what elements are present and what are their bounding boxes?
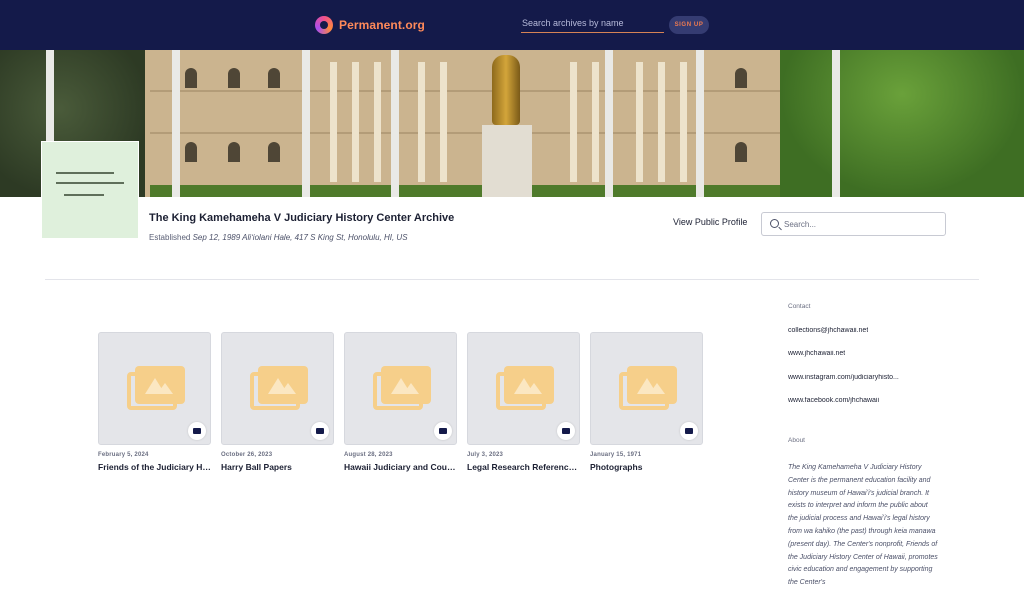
folder-tile[interactable] <box>221 332 334 445</box>
thumbnail-text-line <box>56 172 114 174</box>
top-navigation-bar: Permanent.org SIGN UP <box>0 0 1024 50</box>
banner-palm-trunk <box>832 50 840 197</box>
banner-window <box>735 68 747 88</box>
banner-statue-pedestal <box>482 125 532 197</box>
banner-window <box>228 142 240 162</box>
banner-palm-trunk <box>696 50 704 197</box>
banner-column <box>418 62 425 182</box>
banner-column <box>374 62 381 182</box>
folder-type-icon <box>680 422 698 440</box>
folder-type-icon <box>188 422 206 440</box>
folder-date: July 3, 2023 <box>467 452 504 458</box>
folder-date: January 15, 1971 <box>590 452 642 458</box>
folder-image-icon <box>627 366 677 404</box>
folder-name[interactable]: Hawaii Judiciary and Court ... <box>344 462 457 472</box>
folder-name[interactable]: Legal Research Reference (... <box>467 462 580 472</box>
brand-name: Permanent.org <box>339 18 425 32</box>
banner-window <box>185 68 197 88</box>
banner-window <box>268 68 280 88</box>
thumbnail-text-line <box>56 182 124 184</box>
banner-palm-trunk <box>302 50 310 197</box>
contact-heading: Contact <box>788 303 811 310</box>
folder-type-icon <box>434 422 452 440</box>
folder-card[interactable]: August 28, 2023 Hawaii Judiciary and Cour… <box>344 332 457 482</box>
section-divider <box>45 279 979 280</box>
contact-instagram-link[interactable]: www.instagram.com/judiciaryhisto... <box>788 374 899 381</box>
banner-column <box>680 62 687 182</box>
banner-column <box>658 62 665 182</box>
folder-card[interactable]: January 15, 1971 Photographs <box>590 332 703 482</box>
folder-tile[interactable] <box>344 332 457 445</box>
brand[interactable]: Permanent.org <box>315 16 425 34</box>
banner-palm-trunk <box>605 50 613 197</box>
banner-statue <box>492 55 520 125</box>
thumbnail-text-line <box>64 194 104 196</box>
about-description: The King Kamehameha V Judiciary History … <box>788 464 938 587</box>
archive-established-info: Established Sep 12, 1989 Aliʻiolani Hale… <box>149 233 408 242</box>
banner-palm-trunk <box>391 50 399 197</box>
folder-date: August 28, 2023 <box>344 452 393 458</box>
archive-search-input[interactable] <box>521 16 664 33</box>
banner-window <box>228 68 240 88</box>
folder-tile[interactable] <box>467 332 580 445</box>
permanent-logo-icon <box>315 16 333 34</box>
archive-thumbnail <box>41 141 139 239</box>
folder-type-icon <box>311 422 329 440</box>
banner-column <box>440 62 447 182</box>
banner-trees-right <box>780 50 1024 197</box>
banner-column <box>352 62 359 182</box>
established-detail: Sep 12, 1989 Aliʻiolani Hale, 417 S King… <box>192 233 408 242</box>
banner-palm-trunk <box>172 50 180 197</box>
banner-column <box>330 62 337 182</box>
folder-image-icon <box>504 366 554 404</box>
archive-title: The King Kamehameha V Judiciary History … <box>149 212 455 224</box>
folder-date: February 5, 2024 <box>98 452 149 458</box>
banner-column <box>592 62 599 182</box>
folder-image-icon <box>135 366 185 404</box>
view-public-profile-link[interactable]: View Public Profile <box>673 217 747 227</box>
about-heading: About <box>788 437 805 444</box>
search-icon <box>770 219 779 228</box>
folder-card[interactable]: February 5, 2024 Friends of the Judiciary… <box>98 332 211 482</box>
banner-window <box>268 142 280 162</box>
contact-website-link[interactable]: www.jhchawaii.net <box>788 350 845 357</box>
banner-window <box>735 142 747 162</box>
folder-tile[interactable] <box>98 332 211 445</box>
sign-up-button[interactable]: SIGN UP <box>669 16 709 34</box>
folder-type-icon <box>557 422 575 440</box>
folder-name[interactable]: Harry Ball Papers <box>221 462 334 472</box>
archive-search-box[interactable] <box>761 212 946 236</box>
contact-email-link[interactable]: collections@jhchawaii.net <box>788 327 868 334</box>
archive-banner-image <box>0 50 1024 197</box>
banner-column <box>570 62 577 182</box>
banner-column <box>636 62 643 182</box>
contact-facebook-link[interactable]: www.facebook.com/jhchawaii <box>788 397 879 404</box>
archive-search-field[interactable] <box>784 217 939 232</box>
folder-date: October 26, 2023 <box>221 452 273 458</box>
folder-tile[interactable] <box>590 332 703 445</box>
banner-window <box>185 142 197 162</box>
folder-image-icon <box>258 366 308 404</box>
folder-name[interactable]: Photographs <box>590 462 703 472</box>
folder-card[interactable]: October 26, 2023 Harry Ball Papers <box>221 332 334 482</box>
folder-name[interactable]: Friends of the Judiciary His... <box>98 462 211 472</box>
established-label: Established <box>149 233 191 242</box>
folder-card[interactable]: July 3, 2023 Legal Research Reference (..… <box>467 332 580 482</box>
folder-image-icon <box>381 366 431 404</box>
